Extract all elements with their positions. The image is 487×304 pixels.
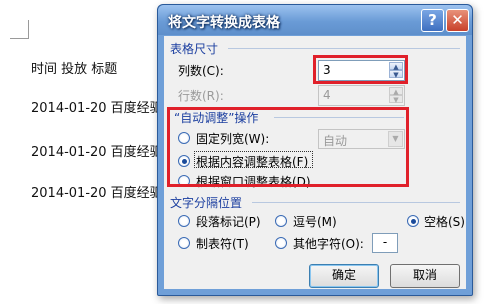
group-divider (228, 48, 460, 49)
convert-text-to-table-dialog: 将文字转换成表格 ? ✕ 表格尺寸 列数(C): 3 ▲ ▼ 行数(R): 4 … (157, 4, 473, 296)
rows-spinner[interactable]: 4 ▲ ▼ (318, 85, 405, 106)
space-label[interactable]: 空格(S) (424, 213, 465, 230)
other-char-radio[interactable] (275, 237, 287, 249)
cancel-button[interactable]: 取消 (390, 264, 460, 288)
tab-char-label[interactable]: 制表符(T) (196, 235, 249, 252)
doc-row-1: 2014-01-20 百度经驱 (31, 101, 163, 116)
paragraph-mark-radio[interactable] (178, 215, 190, 227)
doc-row-3: 2014-01-20 百度经驱 (31, 186, 163, 201)
doc-row-2: 2014-01-20 百度经驱 (31, 145, 163, 160)
autofit-highlight-box (167, 107, 409, 187)
rows-label: 行数(R): (178, 89, 224, 103)
other-char-label[interactable]: 其他字符(O): (293, 235, 364, 252)
ok-button[interactable]: 确定 (309, 264, 379, 288)
rows-spin-arrows[interactable]: ▲ ▼ (389, 87, 403, 104)
comma-label[interactable]: 逗号(M) (293, 213, 337, 230)
tab-char-radio[interactable] (178, 237, 190, 249)
dialog-title: 将文字转换成表格 (168, 15, 280, 31)
spin-down-icon[interactable]: ▼ (389, 95, 403, 104)
space-radio[interactable] (407, 215, 419, 227)
separator-group-label: 文字分隔位置 (170, 196, 243, 210)
dialog-title-bar[interactable]: 将文字转换成表格 ? ✕ (158, 5, 472, 35)
columns-highlight-box (313, 55, 408, 84)
help-button[interactable]: ? (421, 9, 444, 32)
group-divider (252, 202, 460, 203)
spin-up-icon[interactable]: ▲ (389, 87, 403, 96)
comma-radio[interactable] (275, 215, 287, 227)
dialog-client-area: 表格尺寸 列数(C): 3 ▲ ▼ 行数(R): 4 ▲ ▼ “自动调整”操作 … (164, 36, 466, 289)
paragraph-mark-label[interactable]: 段落标记(P) (196, 213, 261, 230)
rows-value[interactable]: 4 (323, 88, 331, 102)
close-button[interactable]: ✕ (446, 9, 469, 32)
columns-label: 列数(C): (178, 64, 224, 78)
doc-header-line: 时间 投放 标题 (31, 62, 118, 77)
page-corner-mark (10, 20, 29, 39)
table-size-group-label: 表格尺寸 (170, 42, 219, 56)
other-char-input[interactable]: - (372, 233, 398, 253)
